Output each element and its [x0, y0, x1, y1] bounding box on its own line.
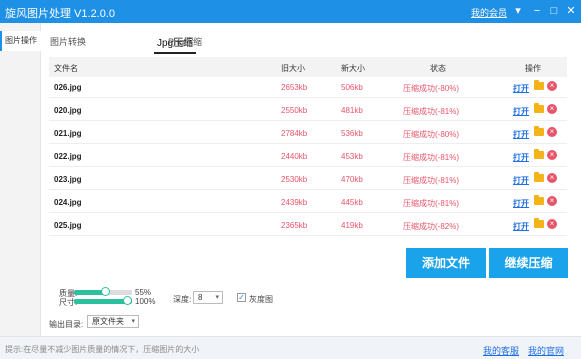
header-new-size: 新大小: [341, 64, 365, 73]
folder-icon[interactable]: [534, 126, 544, 136]
tab-image-convert[interactable]: 图片转换: [50, 35, 86, 48]
new-size: 536kb: [341, 129, 363, 138]
open-link[interactable]: 打开: [513, 198, 529, 209]
status-text: 压缩成功(-80%): [403, 84, 460, 93]
delete-icon[interactable]: ×: [547, 127, 557, 137]
menu-dropdown-icon[interactable]: ▾: [511, 4, 525, 18]
output-dir-label: 输出目录:: [49, 320, 84, 329]
minimize-icon[interactable]: −: [530, 4, 544, 18]
sidebar: 图片操作: [0, 23, 41, 336]
folder-icon[interactable]: [534, 103, 544, 113]
old-size: 2440kb: [281, 152, 308, 161]
folder-icon[interactable]: [534, 195, 544, 205]
active-tab-indicator: [154, 52, 196, 54]
header-action: 操作: [525, 64, 541, 73]
table-row: 020.jpg 2550kb 481kb 压缩成功(-81%) 打开 ×: [49, 98, 567, 121]
header-old-size: 旧大小: [281, 64, 305, 73]
delete-icon[interactable]: ×: [547, 196, 557, 206]
grayscale-label: 灰度图: [249, 295, 273, 304]
delete-icon[interactable]: ×: [547, 219, 557, 229]
chevron-down-icon: ▾: [131, 318, 135, 325]
file-name: 023.jpg: [54, 175, 82, 184]
delete-icon[interactable]: ×: [547, 173, 557, 183]
new-size: 445kb: [341, 198, 363, 207]
grayscale-checkbox[interactable]: ✓: [237, 293, 246, 302]
delete-icon[interactable]: ×: [547, 104, 557, 114]
sidebar-item-image-operations[interactable]: 图片操作: [0, 31, 41, 51]
status-text: 压缩成功(-81%): [403, 176, 460, 185]
new-size: 506kb: [341, 83, 363, 92]
depth-select-value: 8: [198, 293, 203, 302]
old-size: 2784kb: [281, 129, 308, 138]
file-name: 025.jpg: [54, 221, 82, 230]
tab-bar: 图片转换 Jpg压缩: [41, 23, 581, 54]
status-text: 压缩成功(-81%): [403, 153, 460, 162]
table-header: 文件名 旧大小 新大小 状态 操作: [49, 57, 567, 77]
folder-icon[interactable]: [534, 218, 544, 228]
new-size: 453kb: [341, 152, 363, 161]
status-text: 压缩成功(-81%): [403, 107, 460, 116]
table-row: 023.jpg 2530kb 470kb 压缩成功(-81%) 打开 ×: [49, 167, 567, 190]
new-size: 481kb: [341, 106, 363, 115]
size-slider-handle[interactable]: [123, 296, 132, 305]
file-table: 文件名 旧大小 新大小 状态 操作 026.jpg 2653kb 506kb 压…: [41, 55, 581, 243]
open-link[interactable]: 打开: [513, 152, 529, 163]
file-name: 024.jpg: [54, 198, 82, 207]
customer-service-link[interactable]: 我的客服: [483, 344, 519, 357]
header-status: 状态: [430, 64, 446, 73]
open-link[interactable]: 打开: [513, 129, 529, 140]
delete-icon[interactable]: ×: [547, 150, 557, 160]
table-row: 021.jpg 2784kb 536kb 压缩成功(-80%) 打开 ×: [49, 121, 567, 144]
status-text: 压缩成功(-81%): [403, 199, 460, 208]
maximize-icon[interactable]: □: [547, 4, 561, 18]
output-dir-value: 原文件夹: [92, 317, 124, 326]
table-row: 024.jpg 2439kb 445kb 压缩成功(-81%) 打开 ×: [49, 190, 567, 213]
depth-label: 深度:: [173, 295, 192, 304]
old-size: 2550kb: [281, 106, 308, 115]
file-name: 020.jpg: [54, 106, 82, 115]
header-filename: 文件名: [54, 64, 78, 73]
open-link[interactable]: 打开: [513, 221, 529, 232]
quality-slider-handle[interactable]: [101, 287, 110, 296]
title-bar: 旋风图片处理 V1.2.0.0 我的会员 ▾ − □ ✕: [0, 0, 581, 23]
table-row: 022.jpg 2440kb 453kb 压缩成功(-81%) 打开 ×: [49, 144, 567, 167]
open-link[interactable]: 打开: [513, 83, 529, 94]
old-size: 2439kb: [281, 198, 308, 207]
table-row: 025.jpg 2365kb 419kb 压缩成功(-82%) 打开 ×: [49, 213, 567, 236]
size-slider[interactable]: [74, 296, 132, 305]
official-site-link[interactable]: 我的官网: [528, 344, 564, 357]
compression-settings: 质量: 55% 尺寸: 100% 深度: 8 ▾ ✓ 灰度图 输出目录: 原文件…: [41, 243, 581, 336]
tab-png-compress[interactable]: Png压缩: [168, 35, 202, 48]
file-name: 022.jpg: [54, 152, 82, 161]
old-size: 2530kb: [281, 175, 308, 184]
old-size: 2653kb: [281, 83, 308, 92]
status-text: 压缩成功(-80%): [403, 130, 460, 139]
quality-value: 55%: [135, 288, 152, 297]
file-name: 021.jpg: [54, 129, 82, 138]
delete-icon[interactable]: ×: [547, 81, 557, 91]
status-bar: 提示:在尽量不减少图片质量的情况下，压缩图片的大小 我的客服 我的官网: [0, 336, 581, 359]
open-link[interactable]: 打开: [513, 106, 529, 117]
output-dir-select[interactable]: 原文件夹 ▾: [87, 315, 139, 328]
file-name: 026.jpg: [54, 83, 82, 92]
table-row: 026.jpg 2653kb 506kb 压缩成功(-80%) 打开 ×: [49, 75, 567, 98]
new-size: 419kb: [341, 221, 363, 230]
footer-tip: 提示:在尽量不减少图片质量的情况下，压缩图片的大小: [5, 345, 200, 354]
folder-icon[interactable]: [534, 80, 544, 90]
close-icon[interactable]: ✕: [564, 4, 578, 18]
open-link[interactable]: 打开: [513, 175, 529, 186]
quality-slider[interactable]: [74, 287, 132, 296]
status-text: 压缩成功(-82%): [403, 222, 460, 231]
chevron-down-icon: ▾: [215, 294, 219, 301]
folder-icon[interactable]: [534, 172, 544, 182]
my-membership-link[interactable]: 我的会员: [471, 6, 507, 19]
old-size: 2365kb: [281, 221, 308, 230]
depth-select[interactable]: 8 ▾: [193, 291, 223, 304]
new-size: 470kb: [341, 175, 363, 184]
folder-icon[interactable]: [534, 149, 544, 159]
size-value: 100%: [135, 297, 156, 306]
app-title: 旋风图片处理 V1.2.0.0: [5, 8, 116, 20]
